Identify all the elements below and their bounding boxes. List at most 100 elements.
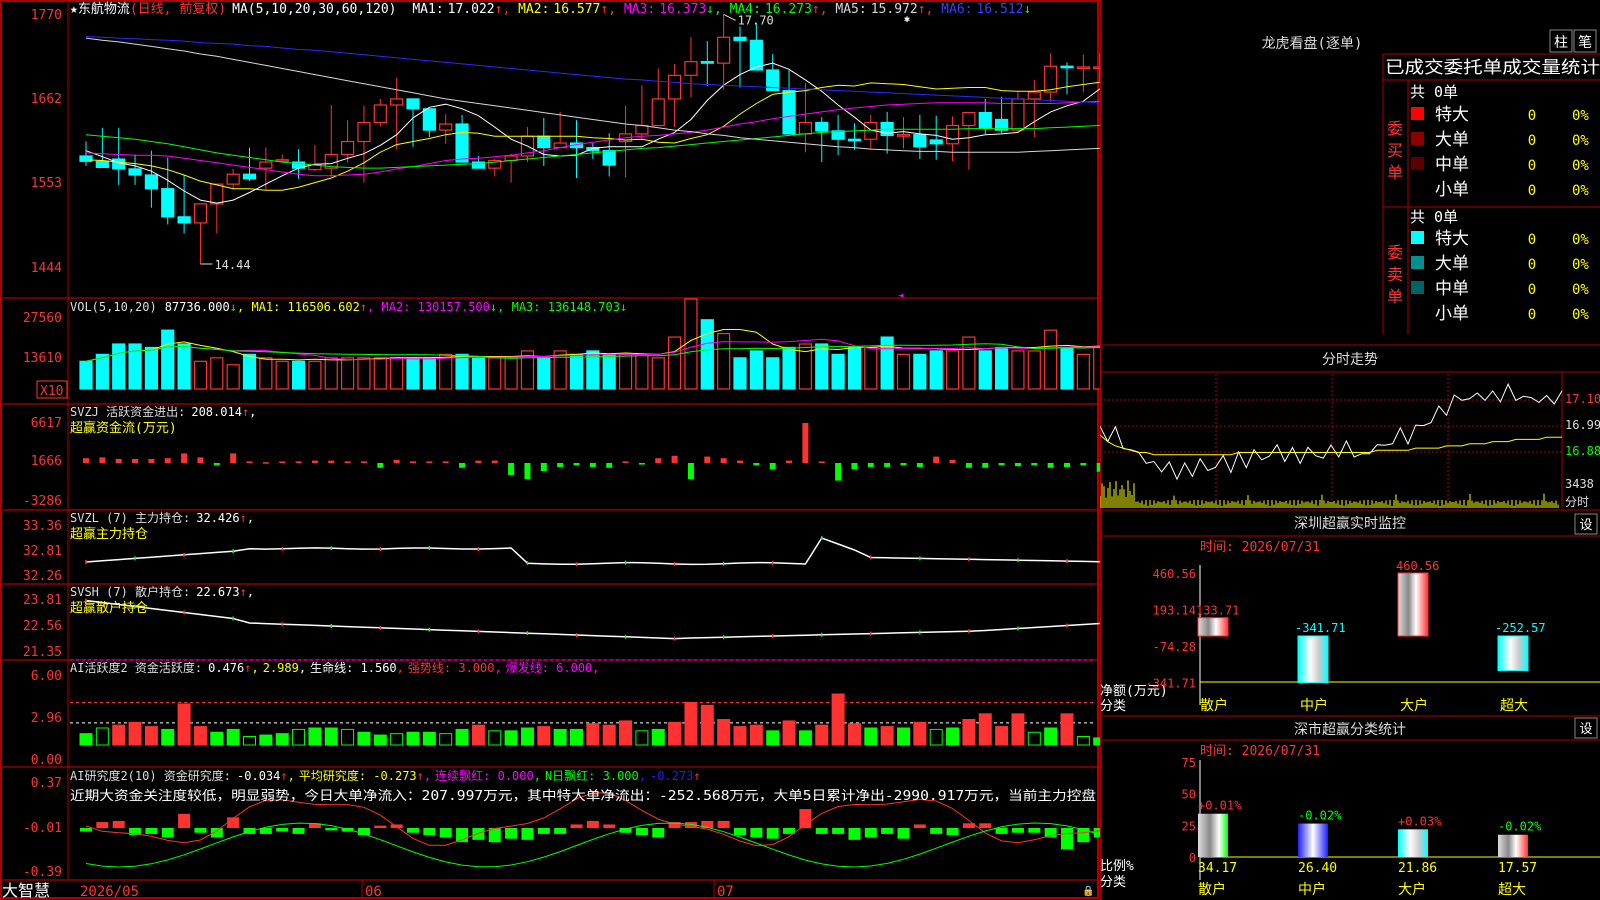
retail-position-line — [85, 599, 1100, 640]
fund-flow-bar — [164, 458, 171, 463]
air-neg: -0.273 — [650, 769, 693, 783]
price-tick-0: 1770 — [31, 8, 62, 23]
lhb-row-pct: 0% — [1572, 133, 1589, 149]
activity-bar — [243, 736, 256, 746]
monitor-chart[interactable]: 460.56193.14-74.28-341.71133.71散户-341.71… — [1145, 559, 1600, 714]
fund-flow-bar — [295, 461, 302, 463]
fund-flow-bar — [573, 463, 580, 466]
research-bar — [554, 828, 567, 834]
ai-tick-0: 6.00 — [31, 669, 62, 684]
stats-bar — [1298, 823, 1328, 857]
activity-bar — [226, 728, 240, 746]
candle-up — [1044, 65, 1058, 93]
ai-title: AI活跃度2 资金活跃度: — [70, 660, 202, 675]
fund-flow-bar — [802, 423, 809, 463]
candle-down — [79, 155, 93, 162]
candlestick-chart[interactable] — [79, 14, 1100, 265]
fund-flow-bar — [115, 459, 122, 463]
research-bar — [276, 828, 289, 832]
lhb-row-pct: 0% — [1572, 307, 1589, 323]
volume-bar — [455, 353, 469, 390]
svg-text:SVZJ 活跃资金进出:208.014↑,: SVZJ 活跃资金进出: 208.014↑, — [70, 404, 256, 419]
chart-area[interactable]: ★东航物流(日线, 前复权) MA(5,10,20,30,60,120) MA1:… — [0, 0, 1100, 900]
monitor-bar — [1297, 635, 1329, 684]
volume-bar — [667, 336, 682, 390]
volume-bar — [1027, 350, 1041, 390]
fund-flow-bar — [720, 458, 727, 463]
research-bar — [374, 825, 387, 828]
air-tick-2: -0.39 — [23, 865, 62, 880]
activity-bar — [880, 726, 894, 746]
retail-position-line — [85, 598, 1100, 641]
research-bar — [521, 828, 534, 840]
research-bar — [194, 828, 207, 833]
volume-bar — [994, 346, 1009, 390]
candle-down — [913, 134, 927, 148]
research-bar — [161, 828, 174, 838]
volume-bar — [291, 360, 306, 390]
intraday-price-line — [1100, 382, 1563, 481]
lock-icon[interactable]: 🔒 — [1082, 885, 1094, 897]
legend-swatch — [1411, 256, 1424, 269]
research-bar — [423, 828, 436, 836]
activity-bar — [259, 734, 273, 746]
fund-flow-bar — [442, 461, 449, 463]
volume-bar — [602, 353, 616, 390]
fund-flow-bar — [1031, 463, 1038, 466]
activity-bar — [193, 726, 207, 746]
candle-down — [978, 112, 992, 129]
fund-flow-bar — [508, 463, 515, 475]
lhb-row-count: 0 — [1528, 232, 1536, 248]
price-tick-3: 1444 — [31, 261, 62, 276]
activity-bar — [1044, 727, 1058, 746]
monitor-settings-label: 设 — [1579, 518, 1592, 533]
price-tick-1: 1662 — [31, 92, 62, 107]
brand-label: 大智慧 — [2, 881, 50, 900]
ma-label: MA(5,10,20,30,60,120) — [232, 2, 396, 17]
research-bar — [864, 828, 877, 838]
ma1-label: MA1: — [412, 2, 443, 17]
activity-bar — [357, 731, 371, 746]
candle-down — [602, 150, 616, 166]
fund-flow-bar — [786, 460, 793, 463]
intraday-tick-2: 16.88 — [1565, 444, 1600, 458]
fund-flow-bars[interactable] — [83, 423, 1100, 481]
candle-down — [929, 139, 943, 145]
monitor-bar — [1197, 617, 1229, 637]
volume-bar — [815, 343, 829, 390]
stats-category: 中户 — [1298, 881, 1326, 898]
volume-bar — [635, 353, 649, 390]
stats-time: 时间: 2026/07/31 — [1200, 744, 1320, 759]
research-bar — [325, 828, 338, 831]
lhb-row-pct: 0% — [1572, 257, 1589, 273]
svzl-tick-0: 33.36 — [23, 519, 62, 534]
volume-bar — [684, 298, 698, 390]
date-label-0: 2026/05 — [80, 884, 139, 900]
fund-flow-bar — [459, 463, 466, 468]
air-streak: 连续飘红: 0.000 — [435, 768, 534, 783]
research-bar — [603, 824, 616, 828]
candle-down — [455, 123, 469, 163]
candle-up — [717, 36, 731, 64]
price-tick-2: 1553 — [31, 176, 62, 191]
research-bar — [750, 828, 763, 838]
candle-down — [847, 138, 862, 142]
ai-strong: 强势线: 3.000 — [408, 661, 495, 675]
activity-bar — [847, 723, 861, 746]
intraday-tick-1: 16.99 — [1565, 418, 1600, 432]
svsh-tick-0: 23.81 — [23, 593, 62, 608]
stats-chart[interactable]: 75 50 25 0 +0.01% 34.17 散户 -0.02% 26.40 中户 +0.03% 2… — [1182, 756, 1600, 898]
fund-flow-bar — [753, 463, 760, 466]
fund-flow-bar — [884, 463, 891, 467]
fund-flow-bar — [835, 463, 842, 481]
svg-text:AI研究度2(10) 资金研究度:-0.034↑,平均研究度: AI研究度2(10) 资金研究度: -0.034↑, 平均研究度: -0.273↑,… — [70, 768, 701, 783]
intraday-tick-0: 17.10 — [1565, 392, 1600, 406]
stats-category: 散户 — [1198, 881, 1226, 898]
research-bar — [407, 828, 419, 833]
activity-bar — [651, 728, 665, 746]
activity-bar — [488, 730, 502, 746]
monitor-time: 时间: 2026/07/31 — [1200, 540, 1320, 555]
fund-flow-bar — [1014, 463, 1021, 467]
intraday-chart[interactable] — [1100, 372, 1563, 508]
activity-bar — [929, 728, 943, 746]
